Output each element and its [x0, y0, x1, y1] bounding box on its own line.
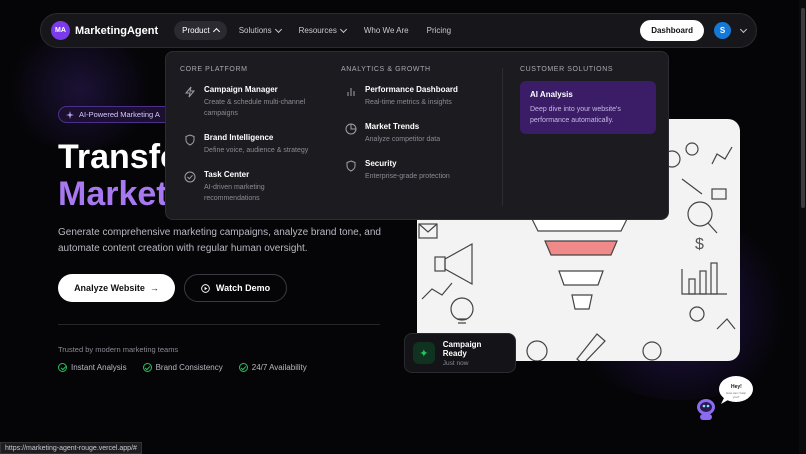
arrow-right-icon: →: [149, 283, 159, 293]
campaign-ready-card: ✦ Campaign Ready Just now: [404, 333, 516, 373]
nav-label: Product: [182, 26, 210, 35]
hero-title-line-1: Transfo: [58, 138, 181, 176]
column-heading: CUSTOMER SOLUTIONS: [520, 66, 614, 73]
column-heading: ANALYTICS & GROWTH: [341, 66, 431, 73]
menu-item-task-center[interactable]: Task Center AI-driven marketing recommen…: [184, 170, 304, 204]
trusted-text: Trusted by modern marketing teams: [58, 345, 179, 354]
ai-powered-badge: AI-Powered Marketing A: [58, 106, 173, 123]
menu-item-description: Analyze competitor data: [365, 136, 441, 143]
hero-description: Generate comprehensive marketing campaig…: [58, 227, 381, 254]
menu-item-description: Enterprise-grade protection: [365, 173, 450, 180]
button-label: Watch Demo: [215, 283, 271, 293]
svg-text:$: $: [695, 236, 704, 253]
check-circle-icon: [238, 363, 248, 372]
dashboard-button[interactable]: Dashboard: [640, 20, 704, 41]
chatbot-launcher[interactable]: Hey! How can I help you?: [694, 374, 754, 420]
nav-label: Resources: [298, 26, 337, 35]
pie-chart-icon: [345, 123, 357, 135]
nav-label: Solutions: [238, 26, 272, 35]
menu-item-description: Real-time metrics & insights: [365, 99, 452, 106]
nav-label: Who We Are: [363, 26, 409, 35]
hero-title-line-2: Market: [58, 175, 168, 213]
chevron-down-icon: [339, 25, 347, 33]
analyze-website-button[interactable]: Analyze Website →: [58, 274, 175, 302]
play-icon: [201, 283, 210, 293]
watch-demo-button[interactable]: Watch Demo: [184, 274, 287, 302]
feature-item: 24/7 Availability: [238, 363, 307, 372]
column-heading: CORE PLATFORM: [180, 66, 248, 73]
feature-label: Brand Consistency: [155, 363, 223, 372]
bar-chart-icon: [347, 88, 355, 96]
menu-item-title: AI Analysis: [530, 90, 573, 99]
column-divider: [502, 68, 503, 206]
check-circle-icon: [142, 363, 152, 372]
campaign-title: Campaign Ready: [442, 339, 482, 358]
menu-item-description: AI-driven marketing recommendations: [204, 184, 265, 202]
menu-item-title: Market Trends: [365, 122, 420, 131]
menu-item-title: Security: [365, 159, 397, 168]
chevron-up-icon: [212, 27, 220, 36]
menu-item-title: Brand Intelligence: [204, 133, 274, 142]
menu-item-market-trends[interactable]: Market Trends Analyze competitor data: [345, 122, 495, 145]
background-glow: [0, 30, 160, 150]
feature-item: Instant Analysis: [58, 363, 127, 372]
chevron-down-icon: [274, 25, 282, 33]
sparkle-icon: [66, 110, 74, 119]
product-dropdown-menu: CORE PLATFORM Campaign Manager Create & …: [165, 51, 669, 220]
menu-item-ai-analysis[interactable]: AI Analysis Deep dive into your website'…: [520, 81, 656, 134]
bubble-subtext: How can I help you?: [726, 391, 746, 399]
nav-product[interactable]: Product: [174, 21, 227, 40]
campaign-timestamp: Just now: [442, 359, 469, 367]
menu-item-campaign-manager[interactable]: Campaign Manager Create & schedule multi…: [184, 85, 324, 119]
badge-text: AI-Powered Marketing A: [79, 110, 160, 119]
menu-item-title: Campaign Manager: [204, 85, 278, 94]
brand-name[interactable]: MarketingAgent: [75, 25, 158, 37]
menu-item-title: Performance Dashboard: [365, 85, 458, 94]
check-circle-icon: [58, 363, 67, 372]
chevron-down-icon[interactable]: [739, 25, 748, 33]
feature-item: Brand Consistency: [142, 363, 223, 372]
menu-item-brand-intelligence[interactable]: Brand Intelligence Define voice, audienc…: [184, 133, 324, 156]
menu-item-performance-dashboard[interactable]: Performance Dashboard Real-time metrics …: [345, 85, 495, 108]
menu-item-description: Deep dive into your website's performanc…: [530, 106, 621, 124]
menu-item-title: Task Center: [204, 170, 250, 179]
nav-who-we-are[interactable]: Who We Are: [364, 26, 409, 35]
avatar[interactable]: S: [714, 22, 731, 39]
nav-solutions[interactable]: Solutions: [238, 25, 282, 35]
logo-badge[interactable]: MA: [51, 21, 70, 40]
shield-icon: [346, 160, 356, 172]
nav-label: Pricing: [426, 26, 452, 35]
nav-pricing[interactable]: Pricing: [427, 26, 451, 35]
button-label: Analyze Website: [74, 283, 145, 293]
lightning-icon: [184, 86, 196, 98]
scrollbar-thumb[interactable]: [801, 8, 805, 208]
check-circle-icon: [184, 171, 196, 183]
menu-item-description: Create & schedule multi-channel campaign…: [204, 99, 306, 117]
menu-item-security[interactable]: Security Enterprise-grade protection: [345, 159, 495, 182]
menu-item-description: Define voice, audience & strategy: [204, 147, 309, 154]
feature-list: Instant Analysis Brand Consistency 24/7 …: [58, 363, 307, 372]
shield-icon: [185, 134, 195, 146]
nav-resources[interactable]: Resources: [298, 25, 347, 35]
feature-label: Instant Analysis: [71, 363, 127, 372]
sparkle-icon: ✦: [413, 342, 435, 364]
feature-label: 24/7 Availability: [251, 363, 307, 372]
bubble-greeting: Hey!: [731, 384, 742, 390]
navbar: MA MarketingAgent Product Solutions Reso…: [40, 13, 757, 48]
link-status-bar: https://marketing-agent-rouge.vercel.app…: [0, 442, 142, 454]
divider: [58, 324, 380, 325]
